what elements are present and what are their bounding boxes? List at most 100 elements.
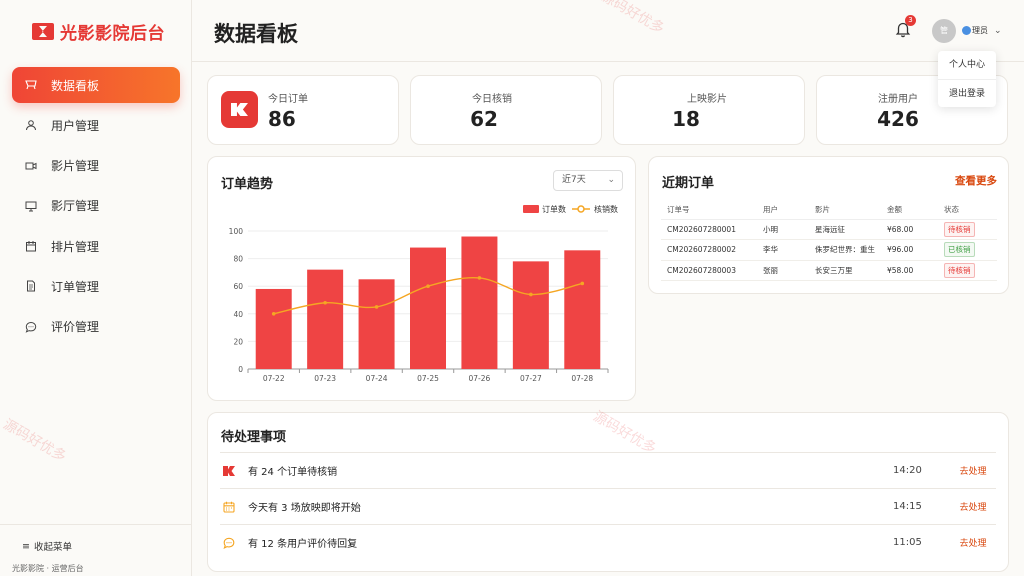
order-amount: ¥68.00 (881, 219, 938, 240)
order-id: CM202607280002 (661, 239, 757, 261)
status-badge: 待核销 (944, 262, 975, 278)
collapse-label: 收起菜单 (33, 542, 72, 553)
todo-time: 14:20 (893, 465, 922, 476)
ticket-icon (222, 465, 236, 476)
line-point (426, 284, 430, 288)
stat-card-movies: 上映影片 18 (613, 75, 805, 145)
sidebar-item-label: 数据看板 (51, 78, 100, 93)
order-user: 李华 (757, 239, 809, 261)
line-point (271, 312, 276, 316)
sidebar-item-reviews[interactable]: 评价管理 (12, 309, 180, 345)
dashboard-icon (25, 80, 37, 90)
x-tick-label: 07-24 (366, 374, 388, 383)
todo-text: 有 24 个订单待核销 (248, 467, 338, 478)
order-movie: 长安三万里 (809, 260, 881, 281)
user-menu: 个人中心 退出登录 (938, 51, 996, 107)
sidebar-item-label: 排片管理 (51, 239, 100, 254)
y-tick-label: 0 (238, 365, 243, 374)
document-icon (27, 280, 35, 292)
order-user: 小明 (757, 219, 809, 240)
menu-lines-icon: ≡ (22, 540, 30, 552)
table-header-row: 订单号 用户 影片 金额 状态 (661, 201, 997, 220)
sidebar-footer-text: 光影影院 · 运营后台 (12, 564, 84, 573)
line-point (323, 300, 327, 305)
status-badge: 待核销 (944, 221, 975, 237)
todo-action-link[interactable]: 去处理 (950, 464, 996, 477)
brand-logo[interactable]: 光影影院后台 (32, 19, 165, 44)
order-id: CM202607280001 (661, 219, 757, 240)
order-status-cell: 待核销 (938, 260, 997, 281)
line-point (580, 281, 585, 286)
y-tick-label: 80 (233, 255, 243, 264)
todo-text: 有 12 条用户评价待回复 (248, 539, 358, 550)
range-select-value: 近7天 (562, 175, 586, 185)
orders-table: 订单号 用户 影片 金额 状态 CM202607280001 小明 星海远征 ¥68.… (661, 201, 997, 281)
brand-name: 光影影院后台 (60, 24, 165, 44)
table-row[interactable]: CM202607280001 小明 星海远征 ¥68.00 待核销 (661, 219, 997, 240)
user-role-label[interactable]: 理员 (972, 25, 988, 36)
sidebar-item-movies[interactable]: 影片管理 (12, 148, 180, 184)
sidebar-item-dashboard[interactable]: 数据看板 (12, 67, 180, 103)
legend-swatch-marker (577, 205, 585, 213)
sidebar-item-users[interactable]: 用户管理 (12, 107, 180, 143)
menu-item-profile[interactable]: 个人中心 (938, 51, 996, 79)
column-header: 状态 (938, 201, 997, 220)
bar (255, 288, 292, 369)
sidebar-item-label: 评价管理 (51, 320, 100, 335)
order-status-cell: 已核销 (938, 239, 997, 261)
todo-item[interactable]: 今天有 3 场放映即将开始 14:15 去处理 (220, 488, 996, 524)
calendar-icon (222, 501, 236, 513)
menu-item-logout[interactable]: 退出登录 (938, 79, 996, 107)
stat-card-verified: 今日核销 62 (410, 75, 602, 145)
stat-label: 今日订单 (268, 94, 308, 105)
range-select[interactable]: 近7天 ⌄ (553, 170, 623, 191)
x-tick-label: 07-26 (469, 374, 491, 383)
y-tick-label: 20 (233, 337, 243, 346)
todo-item[interactable]: 有 12 条用户评价待回复 11:05 去处理 (220, 524, 996, 560)
collapse-menu-button[interactable]: ≡ 收起菜单 (22, 539, 72, 554)
todo-card: 待处理事项 有 24 个订单待核销 14:20 去处理 今天有 3 场放映即将开… (207, 412, 1009, 572)
ticket-icon (221, 91, 258, 128)
line-point (477, 276, 482, 280)
todo-item[interactable]: 有 24 个订单待核销 14:20 去处理 (220, 452, 996, 488)
todo-action-link[interactable]: 去处理 (950, 536, 996, 549)
order-status-cell: 待核销 (938, 219, 997, 240)
bar (410, 247, 446, 369)
sidebar-item-schedule[interactable]: 排片管理 (12, 228, 180, 264)
sidebar-item-halls[interactable]: 影厅管理 (12, 188, 180, 224)
order-id: CM202607280003 (661, 260, 757, 281)
calendar-icon (26, 241, 36, 252)
order-movie: 侏罗纪世界：重生 (809, 239, 881, 261)
todo-text: 今天有 3 场放映即将开始 (248, 503, 361, 514)
x-tick-label: 07-25 (417, 374, 439, 383)
topbar: 数据看板 3 管 理员 ⌄ (192, 0, 1024, 62)
table-row[interactable]: CM202607280002 李华 侏罗纪世界：重生 ¥96.00 已核销 (661, 239, 997, 261)
y-tick-label: 60 (233, 282, 243, 291)
todo-action-link[interactable]: 去处理 (950, 500, 996, 513)
bar (564, 250, 601, 369)
status-badge: 已核销 (944, 242, 975, 258)
stat-label: 上映影片 (687, 94, 727, 105)
user-status-dot (962, 26, 971, 35)
avatar[interactable]: 管 (932, 19, 956, 43)
view-more-link[interactable]: 查看更多 (955, 173, 997, 188)
page-title: 数据看板 (214, 22, 298, 46)
legend-swatch-bar (523, 205, 539, 213)
sidebar-item-label: 影片管理 (51, 159, 100, 174)
chat-bubble-icon (25, 321, 37, 333)
chevron-down-icon[interactable]: ⌄ (994, 26, 1002, 36)
y-tick-label: 40 (233, 310, 243, 319)
todo-time: 14:15 (893, 501, 922, 512)
video-camera-icon (25, 162, 37, 170)
table-row[interactable]: CM202607280003 张丽 长安三万里 ¥58.00 待核销 (661, 260, 997, 281)
bar (307, 269, 344, 369)
sidebar-footer: ≡ 收起菜单 光影影院 · 运营后台 (0, 524, 192, 576)
legend-label: 订单数 (542, 204, 566, 214)
stat-value: 426 (877, 107, 919, 131)
chevron-down-icon: ⌄ (607, 175, 615, 185)
ticket-logo-icon (32, 23, 54, 40)
trend-title: 订单趋势 (221, 177, 274, 192)
stat-card-orders: 今日订单 86 (207, 75, 399, 145)
sidebar-item-orders[interactable]: 订单管理 (12, 268, 180, 304)
order-user: 张丽 (757, 260, 809, 281)
